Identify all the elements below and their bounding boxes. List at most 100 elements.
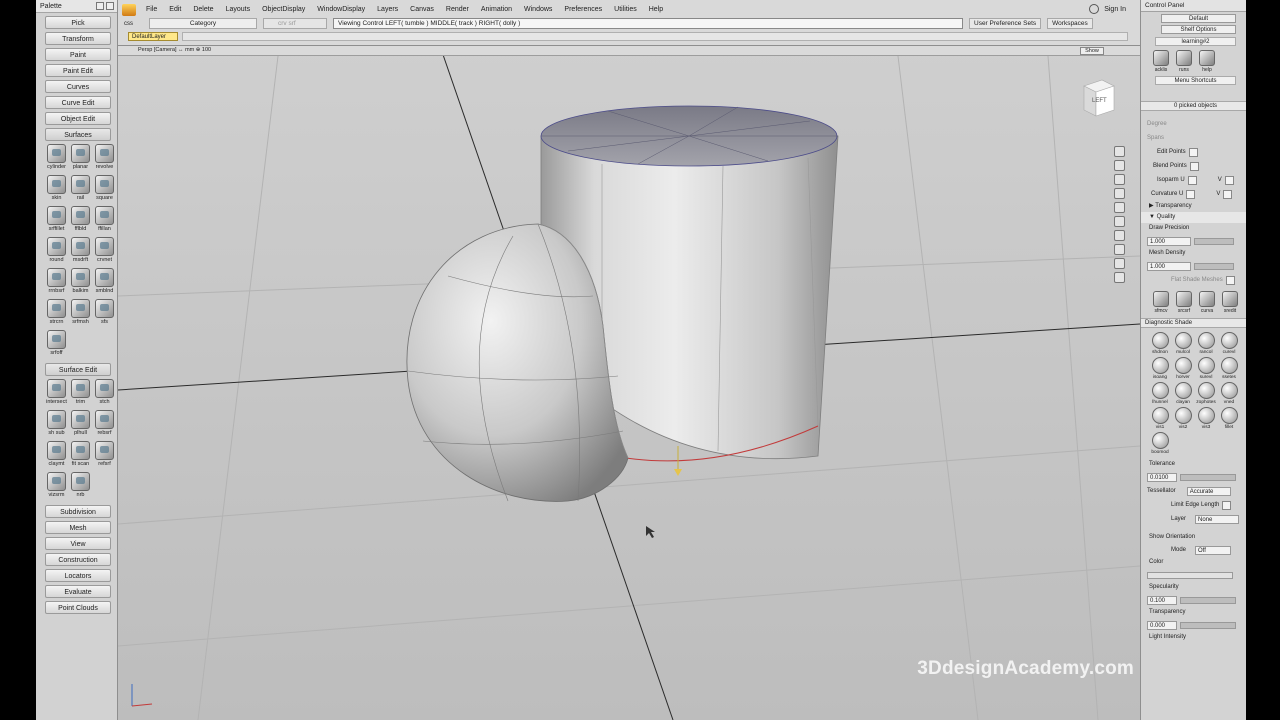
- palette-object-edit-button[interactable]: Object Edit: [45, 112, 111, 125]
- shelf-acklis[interactable]: acklis: [1151, 50, 1171, 73]
- palette-evaluate-button[interactable]: Evaluate: [45, 585, 111, 598]
- mesh-density-field[interactable]: 1.000: [1147, 261, 1191, 271]
- shelf-lhunnel[interactable]: lhunnel: [1149, 382, 1171, 405]
- shelf-boomod[interactable]: boomod: [1149, 432, 1171, 455]
- menu-help[interactable]: Help: [643, 3, 669, 16]
- tool-ffillan[interactable]: ffillan: [93, 206, 116, 236]
- shelf-curva[interactable]: curva: [1197, 291, 1217, 314]
- sign-in-area[interactable]: Sign In: [1089, 4, 1126, 14]
- user-preference-sets-button[interactable]: User Preference Sets: [969, 18, 1042, 29]
- tool-planar[interactable]: planar: [69, 144, 92, 174]
- tool-sh-sub[interactable]: sh sub: [45, 410, 68, 440]
- track-icon[interactable]: [1114, 174, 1125, 185]
- shelf-vis3[interactable]: vis3: [1195, 407, 1217, 430]
- menu-utilities[interactable]: Utilities: [608, 3, 643, 16]
- tool-smblnd[interactable]: smblnd: [93, 268, 116, 298]
- shelf-vned[interactable]: vned: [1218, 382, 1240, 405]
- shelf-vis1[interactable]: vis1: [1149, 407, 1171, 430]
- shelf-sfmcv[interactable]: sfmcv: [1151, 291, 1171, 314]
- curvature-v-checkbox[interactable]: [1223, 189, 1233, 199]
- picked-objects-section[interactable]: 0 picked objects: [1141, 101, 1246, 111]
- draw-precision-slider[interactable]: [1194, 237, 1234, 245]
- flat-shade-row[interactable]: Flat Shade Meshes: [1141, 273, 1246, 287]
- diagnostic-shade-header[interactable]: Diagnostic Shade: [1141, 318, 1246, 328]
- shelf-shdnon[interactable]: shdnon: [1149, 332, 1171, 355]
- tool-sfs[interactable]: sfs: [93, 299, 116, 329]
- draw-precision-field[interactable]: 1.000: [1147, 236, 1191, 246]
- edit-points-row[interactable]: Edit Points: [1141, 145, 1246, 159]
- tool-fit-scan[interactable]: fit scan: [69, 441, 92, 471]
- menu-shortcuts-tab[interactable]: Menu Shortcuts: [1155, 76, 1236, 85]
- isoparm-v-checkbox[interactable]: [1224, 175, 1234, 185]
- crv-srf-field[interactable]: crv srf: [263, 18, 327, 29]
- transparency-section[interactable]: ▶ Transparency: [1141, 201, 1246, 212]
- shelf-ssetes[interactable]: ssetes: [1218, 357, 1240, 380]
- tool-square[interactable]: square: [93, 175, 116, 205]
- shelf-curevl[interactable]: curevl: [1218, 332, 1240, 355]
- menu-preferences[interactable]: Preferences: [558, 3, 608, 16]
- isoparm-u-checkbox[interactable]: [1187, 175, 1197, 185]
- curvature-u-checkbox[interactable]: [1186, 189, 1196, 199]
- menu-canvas[interactable]: Canvas: [404, 3, 440, 16]
- tool-balkim[interactable]: balkim: [69, 268, 92, 298]
- tool-trim[interactable]: trim: [69, 379, 92, 409]
- transparency-field[interactable]: 0.000: [1147, 620, 1177, 630]
- workspaces-button[interactable]: Workspaces: [1047, 18, 1093, 29]
- shelf-isoang[interactable]: isoang: [1149, 357, 1171, 380]
- view-cube[interactable]: LEFT: [1080, 78, 1116, 118]
- palette-curves-button[interactable]: Curves: [45, 80, 111, 93]
- palette-locators-button[interactable]: Locators: [45, 569, 111, 582]
- edit-points-checkbox[interactable]: [1188, 147, 1198, 157]
- menu-render[interactable]: Render: [440, 3, 475, 16]
- tool-nrb[interactable]: nrb: [69, 472, 92, 502]
- flat-shade-checkbox[interactable]: [1225, 275, 1235, 285]
- app-logo-icon[interactable]: [122, 4, 136, 16]
- shelf-options-button[interactable]: Shelf Options: [1161, 25, 1236, 34]
- palette-view-button[interactable]: View: [45, 537, 111, 550]
- palette-curve-edit-button[interactable]: Curve Edit: [45, 96, 111, 109]
- tool-revolve[interactable]: revolve: [93, 144, 116, 174]
- shelf-zophotes[interactable]: zophotes: [1195, 382, 1217, 405]
- tool-srfmsh[interactable]: srfmsh: [69, 299, 92, 329]
- shelf-tab-learning[interactable]: learning#2: [1155, 37, 1236, 46]
- palette-menu-icon[interactable]: [96, 2, 104, 10]
- tool-vizsrm[interactable]: vizsrm: [45, 472, 68, 502]
- curvature-row[interactable]: Curvature U V: [1141, 187, 1246, 201]
- tool-strcrn[interactable]: strcrn: [45, 299, 68, 329]
- palette-mesh-button[interactable]: Mesh: [45, 521, 111, 534]
- palette-construction-button[interactable]: Construction: [45, 553, 111, 566]
- shelf-help[interactable]: help: [1197, 50, 1217, 73]
- undo-view-icon[interactable]: [1114, 230, 1125, 241]
- tool-msdrft[interactable]: msdrft: [69, 237, 92, 267]
- tool-stch[interactable]: stch: [93, 379, 116, 409]
- blend-points-row[interactable]: Blend Points: [1141, 159, 1246, 173]
- palette-subdivision-button[interactable]: Subdivision: [45, 505, 111, 518]
- shelf-srcsrf[interactable]: srcsrf: [1174, 291, 1194, 314]
- tool-crvnet[interactable]: crvnet: [93, 237, 116, 267]
- tessellator-dropdown[interactable]: Accurate: [1186, 486, 1231, 496]
- tool-fflbld[interactable]: fflbld: [69, 206, 92, 236]
- quality-section[interactable]: ▼ Quality: [1141, 212, 1246, 223]
- palette-pick-button[interactable]: Pick: [45, 16, 111, 29]
- redo-view-icon[interactable]: [1114, 244, 1125, 255]
- menu-layers[interactable]: Layers: [371, 3, 404, 16]
- shelf-runs[interactable]: runs: [1174, 50, 1194, 73]
- frame-all-icon[interactable]: [1114, 202, 1125, 213]
- default-layer-tab[interactable]: DefaultLayer: [128, 32, 178, 41]
- menu-delete[interactable]: Delete: [187, 3, 219, 16]
- tool-cylinder[interactable]: cylinder: [45, 144, 68, 174]
- bookmark-icon[interactable]: [1114, 272, 1125, 283]
- specularity-slider[interactable]: [1180, 596, 1236, 604]
- palette-surface-edit-header[interactable]: Surface Edit: [45, 363, 111, 376]
- shelf-rancol[interactable]: rancol: [1195, 332, 1217, 355]
- mesh-density-slider[interactable]: [1194, 262, 1234, 270]
- tool-srffillet[interactable]: srffillet: [45, 206, 68, 236]
- palette-paint-edit-button[interactable]: Paint Edit: [45, 64, 111, 77]
- blend-points-checkbox[interactable]: [1189, 161, 1199, 171]
- menu-file[interactable]: File: [140, 3, 163, 16]
- color-swatch[interactable]: [1147, 571, 1233, 579]
- tool-rail[interactable]: rail: [69, 175, 92, 205]
- menu-windows[interactable]: Windows: [518, 3, 558, 16]
- rotate-icon[interactable]: [1114, 216, 1125, 227]
- specularity-field[interactable]: 0.100: [1147, 595, 1177, 605]
